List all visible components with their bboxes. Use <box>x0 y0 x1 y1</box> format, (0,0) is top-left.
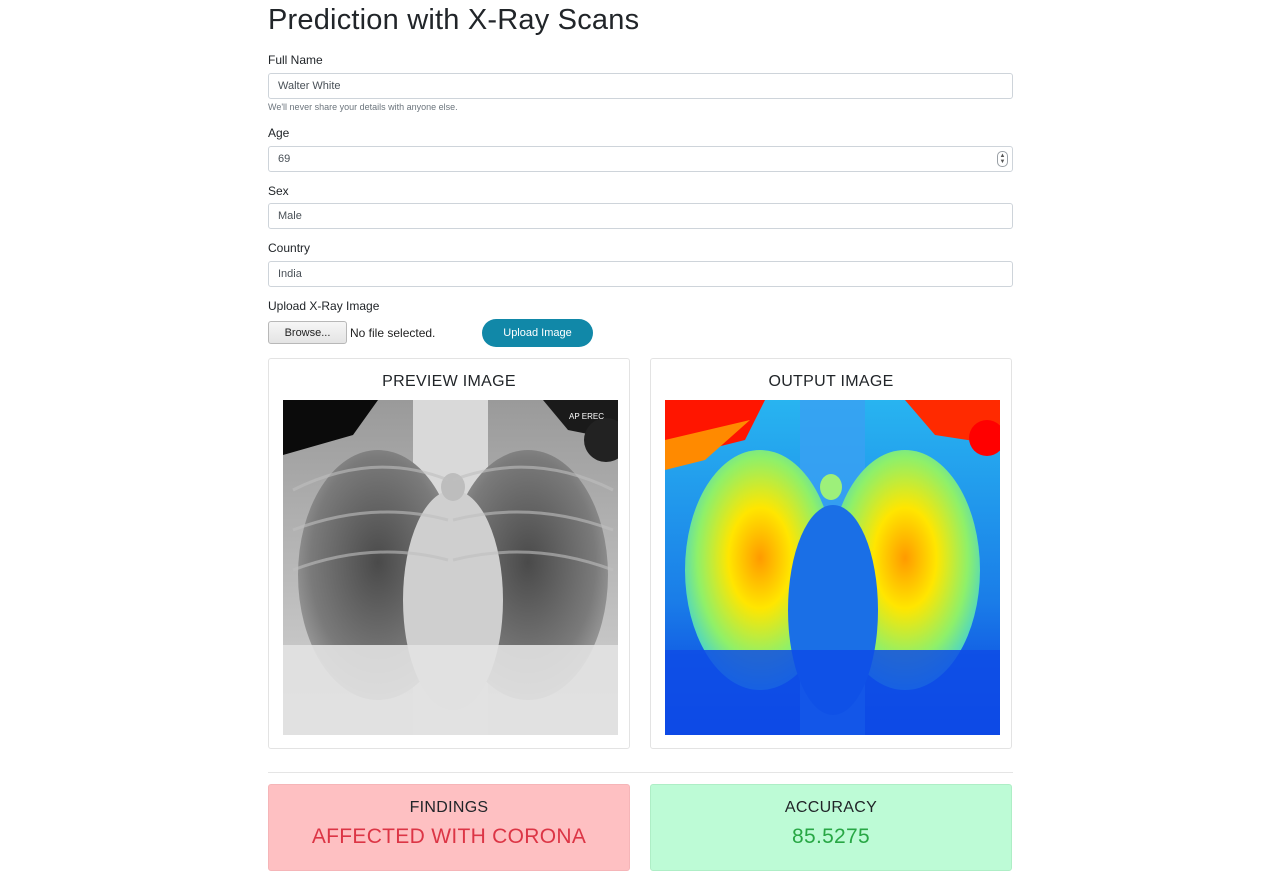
page-title: Prediction with X-Ray Scans <box>268 4 640 36</box>
output-image-card: OUTPUT IMAGE <box>650 358 1012 749</box>
country-input[interactable]: India <box>268 261 1013 287</box>
xray-grayscale-image: AP EREC <box>283 400 618 735</box>
browse-button[interactable]: Browse... <box>268 321 347 344</box>
upload-label: Upload X-Ray Image <box>268 299 380 313</box>
age-stepper-icon[interactable]: ▲ ▼ <box>997 151 1008 167</box>
file-status-text: No file selected. <box>350 326 436 340</box>
upload-image-button[interactable]: Upload Image <box>482 319 593 347</box>
age-label: Age <box>268 126 290 140</box>
findings-title: FINDINGS <box>409 799 489 816</box>
findings-value: AFFECTED WITH CORONA <box>311 825 587 848</box>
stepper-down-icon[interactable]: ▼ <box>1000 159 1006 165</box>
xray-tag-text: AP EREC <box>569 412 604 421</box>
full-name-value: Walter White <box>278 80 341 92</box>
full-name-label: Full Name <box>268 53 323 67</box>
xray-heatmap-image <box>665 400 1000 735</box>
accuracy-box: ACCURACY 85.5275 <box>650 784 1012 871</box>
accuracy-value: 85.5275 <box>791 825 870 848</box>
accuracy-title: ACCURACY <box>784 799 878 816</box>
sex-value: Male <box>278 210 302 222</box>
full-name-input[interactable]: Walter White <box>268 73 1013 99</box>
age-value: 69 <box>278 153 291 165</box>
country-value: India <box>278 268 302 280</box>
age-input[interactable]: 69 ▲ ▼ <box>268 146 1013 172</box>
country-label: Country <box>268 241 311 255</box>
findings-box: FINDINGS AFFECTED WITH CORONA <box>268 784 630 871</box>
sex-label: Sex <box>268 184 289 198</box>
divider <box>268 772 1013 773</box>
full-name-help-text: We'll never share your details with anyo… <box>268 102 458 112</box>
preview-image-title: PREVIEW IMAGE <box>382 373 516 390</box>
preview-image-card: PREVIEW IMAGE AP EREC <box>268 358 630 749</box>
sex-input[interactable]: Male <box>268 203 1013 229</box>
output-image-title: OUTPUT IMAGE <box>768 373 894 390</box>
